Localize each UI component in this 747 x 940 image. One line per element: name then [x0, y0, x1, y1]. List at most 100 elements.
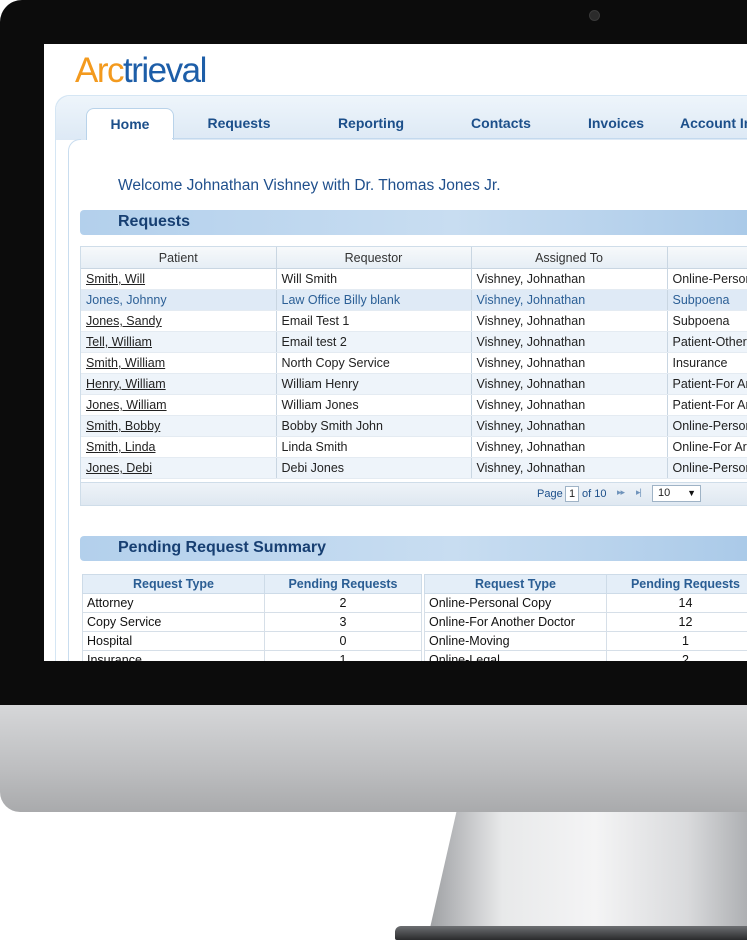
requestor-cell: William Henry — [276, 373, 472, 395]
assigned-cell: Vishney, Johnathan — [471, 394, 668, 416]
assigned-cell: Vishney, Johnathan — [471, 436, 668, 458]
chevron-down-icon: ▼ — [687, 488, 696, 498]
requestor-cell: William Jones — [276, 394, 472, 416]
patient-link[interactable]: Smith, Bobby — [86, 419, 160, 433]
tab-contacts[interactable]: Contacts — [458, 108, 544, 138]
requests-section-header: Requests — [80, 210, 747, 235]
patient-cell: Henry, William — [81, 373, 277, 395]
summary-row: Online-For Another Doctor 12 — [424, 612, 747, 632]
summary-row: Online-Legal 2 — [424, 650, 747, 661]
next-page-icon[interactable]: ▸▸ — [617, 487, 625, 498]
summary-type: Online-Moving — [424, 631, 607, 651]
page-size-value: 10 — [658, 487, 671, 499]
summary-type: Insurance — [82, 650, 265, 661]
tab-account-info[interactable]: Account In — [680, 108, 747, 138]
patient-link[interactable]: Jones, Sandy — [86, 314, 162, 328]
summary-type: Online-For Another Doctor — [424, 612, 607, 632]
requestor-cell: Linda Smith — [276, 436, 472, 458]
type-cell: Subpoena — [667, 289, 747, 311]
table-row[interactable]: Smith, Will Will Smith Vishney, Johnatha… — [81, 268, 747, 290]
patient-link[interactable]: Jones, Johnny — [86, 293, 167, 307]
assigned-cell: Vishney, Johnathan — [471, 373, 668, 395]
patient-link[interactable]: Smith, William — [86, 356, 165, 370]
column-header-assigned-to[interactable]: Assigned To — [471, 247, 668, 269]
table-row[interactable]: Jones, William William Jones Vishney, Jo… — [81, 394, 747, 416]
summary-count: 14 — [606, 593, 747, 613]
patient-link[interactable]: Jones, Debi — [86, 461, 152, 475]
summary-type: Copy Service — [82, 612, 265, 632]
assigned-cell: Vishney, Johnathan — [471, 289, 668, 311]
summary-count: 1 — [264, 650, 422, 661]
patient-cell: Smith, William — [81, 352, 277, 374]
type-cell: Online-For Ar — [667, 436, 747, 458]
monitor-stand-base — [395, 926, 747, 940]
page-number-input[interactable]: 1 — [565, 486, 579, 502]
patient-link[interactable]: Jones, William — [86, 398, 167, 412]
table-row[interactable]: Smith, Bobby Bobby Smith John Vishney, J… — [81, 415, 747, 437]
column-header-request-type[interactable] — [667, 247, 747, 269]
table-row-selected[interactable]: Jones, Johnny Law Office Billy blank Vis… — [81, 289, 747, 311]
table-row[interactable]: Smith, William North Copy Service Vishne… — [81, 352, 747, 374]
summary-table-right: Request Type Pending Requests Online-Per… — [424, 574, 747, 661]
summary-table-left: Request Type Pending Requests Attorney 2 … — [82, 574, 422, 661]
summary-type: Hospital — [82, 631, 265, 651]
arctrieval-logo[interactable]: Arctrieval — [75, 51, 207, 91]
patient-link[interactable]: Henry, William — [86, 377, 166, 391]
type-cell: Patient-Other — [667, 331, 747, 353]
summary-section-title: Pending Request Summary — [118, 539, 327, 556]
page-size-select[interactable]: 10 ▼ — [652, 485, 701, 502]
patient-cell: Jones, Johnny — [81, 289, 277, 311]
assigned-cell: Vishney, Johnathan — [471, 457, 668, 479]
summary-count: 2 — [606, 650, 747, 661]
last-page-icon[interactable]: ▸| — [636, 487, 642, 498]
table-row[interactable]: Henry, William William Henry Vishney, Jo… — [81, 373, 747, 395]
tab-requests[interactable]: Requests — [194, 108, 284, 138]
assigned-cell: Vishney, Johnathan — [471, 310, 668, 332]
type-cell: Patient-For Ar — [667, 373, 747, 395]
table-row[interactable]: Jones, Sandy Email Test 1 Vishney, Johna… — [81, 310, 747, 332]
app-screen: Arctrieval Home Requests Reporting Conta… — [44, 44, 747, 661]
requestor-cell: Debi Jones — [276, 457, 472, 479]
type-cell: Online-Persor — [667, 268, 747, 290]
patient-cell: Smith, Linda — [81, 436, 277, 458]
table-row[interactable]: Smith, Linda Linda Smith Vishney, Johnat… — [81, 436, 747, 458]
tab-invoices[interactable]: Invoices — [576, 108, 656, 138]
requestor-cell: Email Test 1 — [276, 310, 472, 332]
summary-count: 3 — [264, 612, 422, 632]
summary-section-header: Pending Request Summary — [80, 536, 747, 561]
pagination-bar: Page 1 of 10 ▸▸ ▸| 10 ▼ — [81, 482, 747, 505]
patient-cell: Smith, Will — [81, 268, 277, 290]
patient-link[interactable]: Smith, Will — [86, 272, 145, 286]
summary-count: 1 — [606, 631, 747, 651]
patient-link[interactable]: Smith, Linda — [86, 440, 155, 454]
summary-type: Online-Legal — [424, 650, 607, 661]
type-cell: Subpoena — [667, 310, 747, 332]
patient-cell: Jones, Debi — [81, 457, 277, 479]
summary-row: Insurance 1 — [82, 650, 422, 661]
table-row[interactable]: Tell, William Email test 2 Vishney, John… — [81, 331, 747, 353]
summary-header-type: Request Type — [82, 574, 265, 594]
patient-cell: Jones, Sandy — [81, 310, 277, 332]
requests-grid: Patient Requestor Assigned To Smith, Wil… — [80, 246, 747, 506]
type-cell: Online-Persor — [667, 457, 747, 479]
summary-header-pending: Pending Requests — [606, 574, 747, 594]
assigned-cell: Vishney, Johnathan — [471, 352, 668, 374]
summary-type: Online-Personal Copy — [424, 593, 607, 613]
summary-header-type: Request Type — [424, 574, 607, 594]
requestor-cell: Will Smith — [276, 268, 472, 290]
assigned-cell: Vishney, Johnathan — [471, 268, 668, 290]
summary-type: Attorney — [82, 593, 265, 613]
type-cell: Insurance — [667, 352, 747, 374]
patient-link[interactable]: Tell, William — [86, 335, 152, 349]
column-header-patient[interactable]: Patient — [81, 247, 277, 269]
summary-row: Online-Personal Copy 14 — [424, 593, 747, 613]
tab-reporting[interactable]: Reporting — [324, 108, 418, 138]
patient-cell: Tell, William — [81, 331, 277, 353]
table-row[interactable]: Jones, Debi Debi Jones Vishney, Johnatha… — [81, 457, 747, 479]
assigned-cell: Vishney, Johnathan — [471, 415, 668, 437]
tab-home[interactable]: Home — [86, 108, 174, 140]
assigned-cell: Vishney, Johnathan — [471, 331, 668, 353]
requestor-cell: North Copy Service — [276, 352, 472, 374]
column-header-requestor[interactable]: Requestor — [276, 247, 472, 269]
requestor-cell: Law Office Billy blank — [276, 289, 472, 311]
